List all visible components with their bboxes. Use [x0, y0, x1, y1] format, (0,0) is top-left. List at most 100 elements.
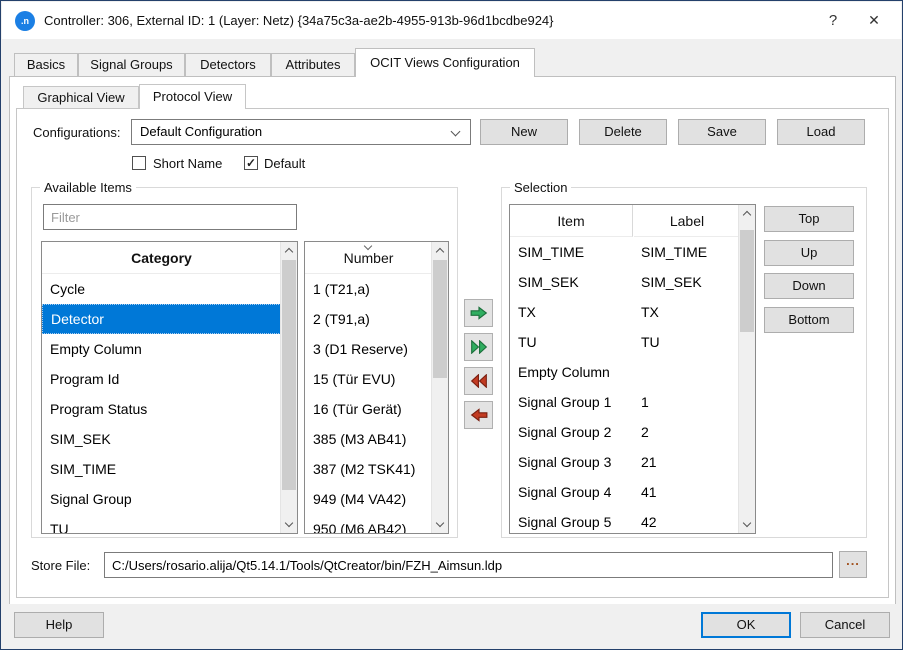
category-item-detector[interactable]: Detector	[42, 304, 281, 334]
scroll-up-icon[interactable]	[432, 242, 448, 259]
label-column-header[interactable]: Label	[634, 205, 740, 237]
help-button[interactable]: Help	[14, 612, 104, 638]
filter-input[interactable]	[43, 204, 297, 230]
number-table: Number 1 (T21,a) 2 (T91,a) 3 (D1 Reserve…	[304, 241, 449, 534]
remove-all-button[interactable]	[464, 367, 493, 395]
default-checkbox-label: Default	[264, 156, 305, 171]
scroll-down-icon[interactable]	[432, 516, 448, 533]
tab-ocit-views-configuration[interactable]: OCIT Views Configuration	[355, 48, 535, 77]
subtab-protocol-view[interactable]: Protocol View	[139, 84, 246, 109]
scroll-down-icon[interactable]	[739, 516, 755, 533]
tab-detectors[interactable]: Detectors	[185, 53, 271, 77]
number-scrollbar[interactable]	[431, 242, 448, 533]
tab-attributes[interactable]: Attributes	[271, 53, 355, 77]
save-button[interactable]: Save	[678, 119, 766, 145]
selection-row-item[interactable]: Signal Group 1	[510, 387, 633, 417]
selection-row-item[interactable]: Signal Group 2	[510, 417, 633, 447]
item-column-header[interactable]: Item	[510, 205, 633, 237]
add-all-button[interactable]	[464, 333, 493, 361]
title-bar: .n Controller: 306, External ID: 1 (Laye…	[2, 2, 901, 39]
category-item-sim-sek[interactable]: SIM_SEK	[42, 424, 281, 454]
category-item-cycle[interactable]: Cycle	[42, 274, 281, 304]
titlebar-help-button[interactable]: ?	[813, 2, 853, 39]
aimsun-logo-icon: .n	[15, 11, 35, 31]
default-checkbox[interactable]: ✓	[244, 156, 258, 170]
selection-row-label[interactable]: SIM_SEK	[633, 267, 740, 297]
tab-signal-groups[interactable]: Signal Groups	[78, 53, 185, 77]
store-file-label: Store File:	[31, 558, 90, 573]
selection-row-label[interactable]: 41	[633, 477, 740, 507]
category-item-program-status[interactable]: Program Status	[42, 394, 281, 424]
tab-basics[interactable]: Basics	[14, 53, 78, 77]
selection-row-label[interactable]	[633, 357, 740, 387]
browse-button[interactable]: ...	[839, 551, 867, 578]
selection-row-label[interactable]: TX	[633, 297, 740, 327]
store-file-input[interactable]	[104, 552, 833, 578]
category-item-empty-column[interactable]: Empty Column	[42, 334, 281, 364]
selection-row-item[interactable]: SIM_SEK	[510, 267, 633, 297]
checkmark-icon: ✓	[246, 156, 256, 170]
delete-button[interactable]: Delete	[579, 119, 667, 145]
selection-row-item[interactable]: TX	[510, 297, 633, 327]
category-scrollbar[interactable]	[280, 242, 297, 533]
selection-scrollbar-thumb[interactable]	[740, 230, 754, 332]
number-item[interactable]: 385 (M3 AB41)	[305, 424, 432, 454]
category-column-header[interactable]: Category	[42, 242, 281, 274]
selection-row-item[interactable]: Signal Group 5	[510, 507, 633, 534]
selection-row-label[interactable]: 2	[633, 417, 740, 447]
selection-row-item[interactable]: TU	[510, 327, 633, 357]
selection-row-label[interactable]: 42	[633, 507, 740, 534]
category-table: Category Cycle Detector Empty Column Pro…	[41, 241, 298, 534]
down-button[interactable]: Down	[764, 273, 854, 299]
number-column-header[interactable]: Number	[305, 242, 432, 274]
selection-row-item[interactable]: Signal Group 4	[510, 477, 633, 507]
selection-group-label: Selection	[510, 180, 571, 195]
up-button[interactable]: Up	[764, 240, 854, 266]
category-item-program-id[interactable]: Program Id	[42, 364, 281, 394]
number-item[interactable]: 950 (M6 AB42)	[305, 514, 432, 534]
scroll-up-icon[interactable]	[739, 205, 755, 222]
number-scrollbar-thumb[interactable]	[433, 260, 447, 378]
green-double-right-arrow-icon	[470, 340, 488, 354]
ok-button[interactable]: OK	[701, 612, 791, 638]
selection-row-label[interactable]: 21	[633, 447, 740, 477]
controller-dialog: .n Controller: 306, External ID: 1 (Laye…	[0, 0, 903, 650]
number-item[interactable]: 2 (T91,a)	[305, 304, 432, 334]
category-item-signal-group[interactable]: Signal Group	[42, 484, 281, 514]
short-name-checkbox[interactable]	[132, 156, 146, 170]
number-item[interactable]: 1 (T21,a)	[305, 274, 432, 304]
chevron-down-icon	[451, 127, 461, 137]
window-title: Controller: 306, External ID: 1 (Layer: …	[44, 2, 554, 39]
cancel-button[interactable]: Cancel	[800, 612, 890, 638]
selection-scrollbar[interactable]	[738, 205, 755, 533]
selection-row-label[interactable]: 1	[633, 387, 740, 417]
close-icon[interactable]: ✕	[853, 2, 895, 39]
scroll-down-icon[interactable]	[281, 516, 297, 533]
subtab-graphical-view[interactable]: Graphical View	[23, 86, 139, 109]
selection-row-label[interactable]: TU	[633, 327, 740, 357]
load-button[interactable]: Load	[777, 119, 865, 145]
number-item[interactable]: 3 (D1 Reserve)	[305, 334, 432, 364]
scroll-up-icon[interactable]	[281, 242, 297, 259]
remove-button[interactable]	[464, 401, 493, 429]
selection-row-item[interactable]: Signal Group 3	[510, 447, 633, 477]
number-item[interactable]: 15 (Tür EVU)	[305, 364, 432, 394]
top-button[interactable]: Top	[764, 206, 854, 232]
new-button[interactable]: New	[480, 119, 568, 145]
selection-row-item[interactable]: SIM_TIME	[510, 237, 633, 267]
number-item[interactable]: 949 (M4 VA42)	[305, 484, 432, 514]
configurations-select[interactable]: Default Configuration	[131, 119, 471, 145]
number-item[interactable]: 387 (M2 TSK41)	[305, 454, 432, 484]
bottom-button[interactable]: Bottom	[764, 307, 854, 333]
selection-row-label[interactable]: SIM_TIME	[633, 237, 740, 267]
category-scrollbar-thumb[interactable]	[282, 260, 296, 490]
configurations-label: Configurations:	[33, 125, 120, 140]
short-name-checkbox-label: Short Name	[153, 156, 222, 171]
number-item[interactable]: 16 (Tür Gerät)	[305, 394, 432, 424]
category-item-tu[interactable]: TU	[42, 514, 281, 534]
add-button[interactable]	[464, 299, 493, 327]
selection-row-item[interactable]: Empty Column	[510, 357, 633, 387]
green-right-arrow-icon	[470, 306, 488, 320]
configurations-selected-value: Default Configuration	[140, 124, 262, 139]
category-item-sim-time[interactable]: SIM_TIME	[42, 454, 281, 484]
